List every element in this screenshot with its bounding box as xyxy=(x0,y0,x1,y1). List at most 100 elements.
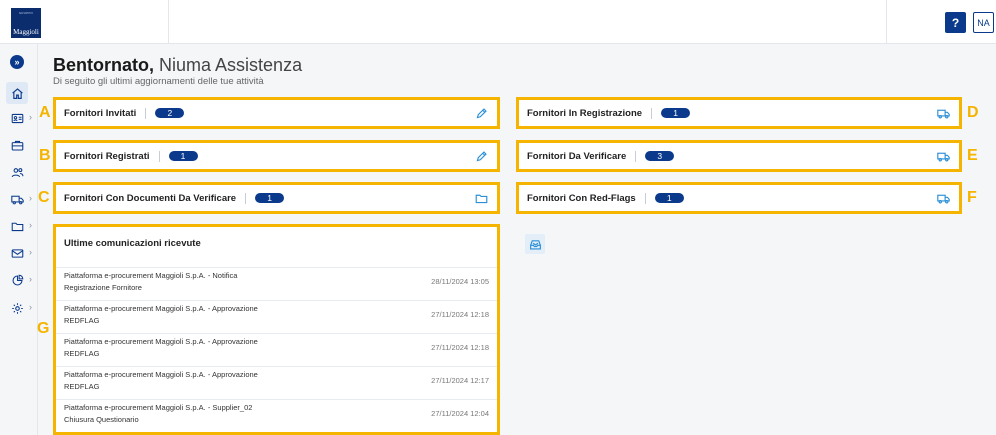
user-menu-button[interactable]: NA xyxy=(973,12,994,33)
card-fornitori-invitati[interactable]: Fornitori Invitati 2 xyxy=(53,97,500,129)
sidebar-item-contacts[interactable] xyxy=(6,107,28,129)
chevron-right-icon: › xyxy=(29,112,32,122)
message-row[interactable]: Piattaforma e-procurement Maggioli S.p.A… xyxy=(56,300,497,333)
truck-icon xyxy=(936,109,950,118)
card-title: Fornitori Con Red-Flags 1 xyxy=(527,185,684,211)
sidebar-item-briefcase[interactable] xyxy=(6,134,28,156)
header-divider xyxy=(886,0,887,44)
card-fornitori-documenti[interactable]: Fornitori Con Documenti Da Verificare 1 xyxy=(53,182,500,214)
truck-icon xyxy=(936,152,950,161)
card-title: Fornitori Da Verificare 3 xyxy=(527,143,675,169)
divider xyxy=(644,192,646,204)
count-badge: 1 xyxy=(255,193,285,203)
chevron-right-icon: › xyxy=(29,302,32,312)
divider xyxy=(635,150,637,162)
chevron-right-icon: › xyxy=(29,247,32,257)
message-timestamp: 27/11/2024 12:17 xyxy=(431,376,489,385)
card-fornitori-in-registrazione[interactable]: Fornitori In Registrazione 1 xyxy=(516,97,962,129)
message-detail: Registrazione Fornitore xyxy=(64,283,142,292)
users-icon xyxy=(11,167,23,177)
folder-icon xyxy=(475,194,487,203)
recent-messages-panel: Ultime comunicazioni ricevute Piattaform… xyxy=(53,224,545,435)
card-label: Fornitori Da Verificare xyxy=(527,150,627,162)
card-label: Fornitori Con Documenti Da Verificare xyxy=(64,192,237,204)
logo-group-text: GRUPPO xyxy=(18,11,34,15)
card-title: Fornitori In Registrazione 1 xyxy=(527,100,691,126)
greeting: Bentornato, xyxy=(53,55,154,75)
message-row[interactable]: Piattaforma e-procurement Maggioli S.p.A… xyxy=(56,366,497,399)
truck-icon xyxy=(936,194,950,203)
company-logo[interactable]: GRUPPO Maggioli xyxy=(11,8,41,38)
chevron-right-icon: › xyxy=(29,193,32,203)
message-row[interactable]: Piattaforma e-procurement Maggioli S.p.A… xyxy=(56,399,497,432)
briefcase-icon xyxy=(11,140,23,150)
message-subject: Piattaforma e-procurement Maggioli S.p.A… xyxy=(64,370,258,379)
logo-name: Maggioli xyxy=(13,28,39,36)
panel-title: Ultime comunicazioni ricevute xyxy=(64,238,201,249)
count-badge: 2 xyxy=(155,108,185,118)
message-timestamp: 28/11/2024 13:05 xyxy=(431,277,489,286)
card-title: Fornitori Invitati 2 xyxy=(64,100,185,126)
message-subject: Piattaforma e-procurement Maggioli S.p.A… xyxy=(64,403,253,412)
count-badge: 1 xyxy=(661,108,691,118)
sidebar: » › › › › › › xyxy=(0,44,38,435)
message-detail: REDFLAG xyxy=(64,382,100,391)
edit-button[interactable] xyxy=(473,105,489,121)
sidebar-item-users[interactable] xyxy=(6,161,28,183)
card-label: Fornitori In Registrazione xyxy=(527,107,643,119)
page-subtitle: Di seguito gli ultimi aggiornamenti dell… xyxy=(53,76,264,87)
callout-letter: E xyxy=(967,147,978,164)
message-detail: REDFLAG xyxy=(64,316,100,325)
message-timestamp: 27/11/2024 12:18 xyxy=(431,310,489,319)
open-suppliers-button[interactable] xyxy=(935,190,951,206)
card-title: Fornitori Registrati 1 xyxy=(64,143,198,169)
divider xyxy=(651,107,653,119)
gear-icon xyxy=(11,302,23,314)
pencil-icon xyxy=(476,150,487,161)
sidebar-item-documents[interactable] xyxy=(6,215,28,237)
callout-letter: G xyxy=(37,320,50,337)
card-fornitori-red-flags[interactable]: Fornitori Con Red-Flags 1 xyxy=(516,182,962,214)
sidebar-item-suppliers[interactable] xyxy=(6,188,28,210)
home-icon xyxy=(11,87,23,99)
top-header: GRUPPO Maggioli ? NA xyxy=(0,0,996,44)
message-row[interactable]: Piattaforma e-procurement Maggioli S.p.A… xyxy=(56,333,497,366)
app: GRUPPO Maggioli ? NA » › › › › › › Bento… xyxy=(0,0,996,435)
message-timestamp: 27/11/2024 12:18 xyxy=(431,343,489,352)
pencil-icon xyxy=(476,107,487,118)
divider xyxy=(245,192,247,204)
callout-letter: D xyxy=(967,104,979,121)
message-row[interactable]: Piattaforma e-procurement Maggioli S.p.A… xyxy=(56,267,497,300)
id-card-icon xyxy=(11,113,23,123)
open-suppliers-button[interactable] xyxy=(935,148,951,164)
card-fornitori-registrati[interactable]: Fornitori Registrati 1 xyxy=(53,140,500,172)
sidebar-item-settings[interactable] xyxy=(6,297,28,319)
count-badge: 1 xyxy=(654,193,684,203)
sidebar-item-home[interactable] xyxy=(6,82,28,104)
mail-icon xyxy=(11,248,23,258)
chevron-right-icon: › xyxy=(29,274,32,284)
callout-letter: A xyxy=(39,104,51,121)
help-button[interactable]: ? xyxy=(945,12,966,33)
open-suppliers-button[interactable] xyxy=(935,105,951,121)
double-chevron-right-icon[interactable]: » xyxy=(10,55,24,69)
card-label: Fornitori Invitati xyxy=(64,107,137,119)
sidebar-item-messages[interactable] xyxy=(6,242,28,264)
edit-button[interactable] xyxy=(473,148,489,164)
callout-letter: C xyxy=(38,189,50,206)
card-fornitori-da-verificare[interactable]: Fornitori Da Verificare 3 xyxy=(516,140,962,172)
inbox-icon xyxy=(529,239,541,250)
message-subject: Piattaforma e-procurement Maggioli S.p.A… xyxy=(64,304,258,313)
message-subject: Piattaforma e-procurement Maggioli S.p.A… xyxy=(64,337,258,346)
message-detail: Chiusura Questionario xyxy=(64,415,139,424)
card-title: Fornitori Con Documenti Da Verificare 1 xyxy=(64,185,285,211)
open-folder-button[interactable] xyxy=(473,190,489,206)
card-label: Fornitori Con Red-Flags xyxy=(527,192,636,204)
card-label: Fornitori Registrati xyxy=(64,150,150,162)
count-badge: 1 xyxy=(168,151,198,161)
callout-letter: F xyxy=(967,189,977,206)
chevron-right-icon: › xyxy=(29,220,32,230)
sidebar-item-reports[interactable] xyxy=(6,269,28,291)
user-name: Niuma Assistenza xyxy=(159,55,303,75)
inbox-button[interactable] xyxy=(525,234,545,254)
